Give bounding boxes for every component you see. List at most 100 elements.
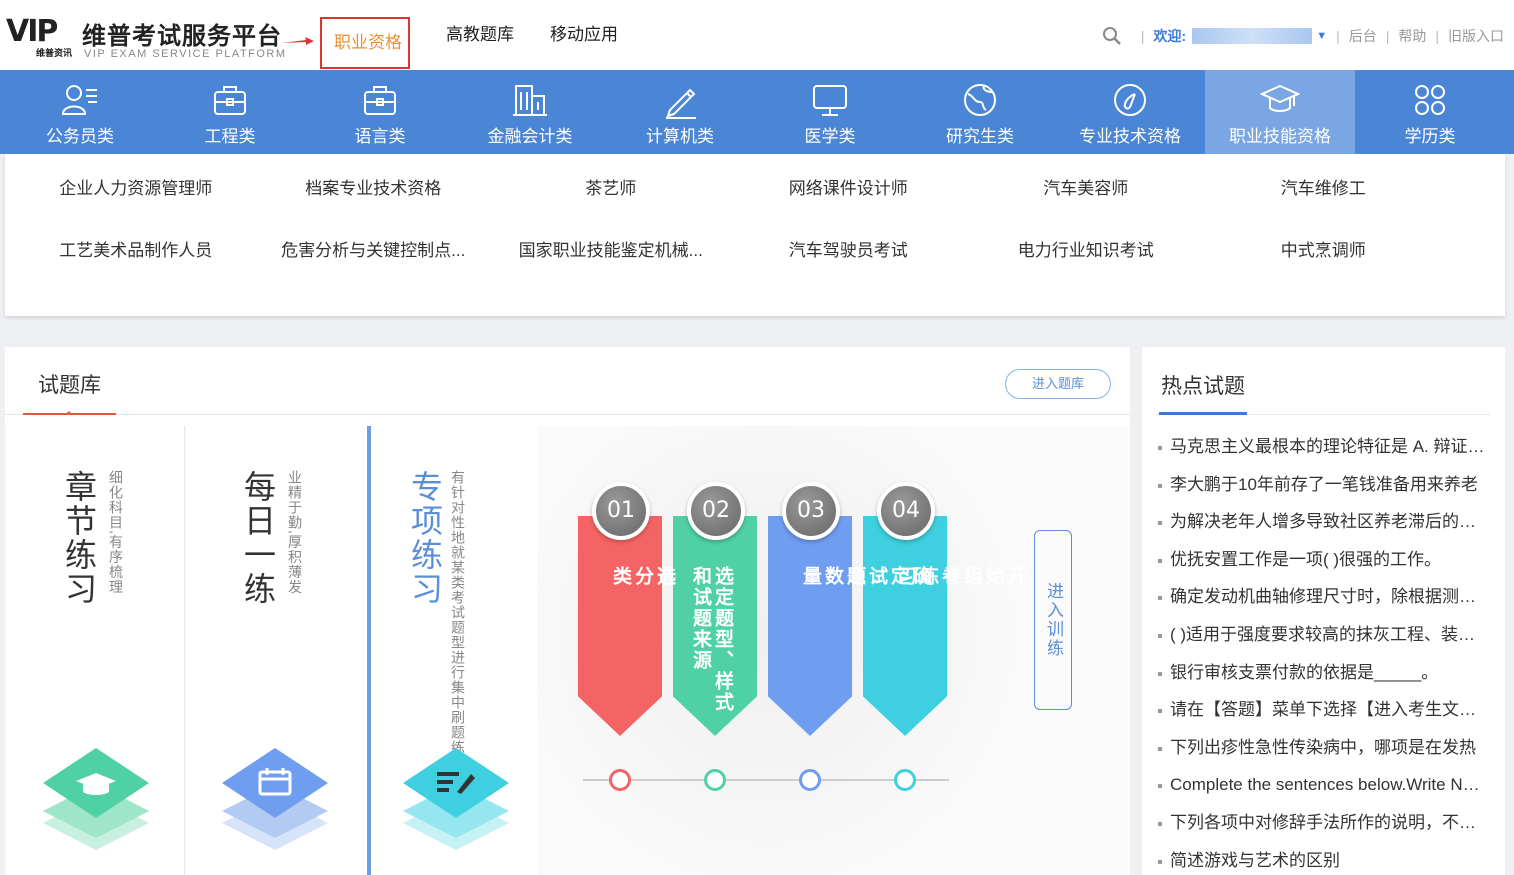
category-vocational-skill[interactable]: 职业技能资格	[1205, 70, 1355, 154]
category-finance[interactable]: 金融会计类	[455, 70, 605, 154]
subcategory-item[interactable]: 工艺美术品制作人员	[17, 240, 255, 262]
calendar-icon	[222, 748, 328, 850]
category-label: 金融会计类	[487, 127, 573, 146]
step-number: 01	[592, 482, 650, 540]
search-icon[interactable]	[1102, 26, 1122, 46]
hot-question-item[interactable]: 为解决老年人增多导致社区养老滞后的问题	[1158, 508, 1488, 546]
category-civil-servant[interactable]: 公务员类	[5, 70, 155, 154]
category-engineering[interactable]: 工程类	[155, 70, 305, 154]
timeline-dot	[704, 769, 726, 791]
edit-list-icon	[403, 748, 509, 850]
at-icon	[1114, 84, 1146, 116]
category-computer[interactable]: 计算机类	[605, 70, 755, 154]
step-text: 开始组卷练习	[895, 566, 1026, 587]
subcategory-item[interactable]: 汽车驾驶员考试	[730, 240, 968, 262]
user-area: | 欢迎: ▼ | 后台 | 帮助 | 旧版入口	[1102, 24, 1504, 48]
logo-title: 维普考试服务平台	[82, 23, 282, 50]
hot-question-item[interactable]: ( )适用于强度要求较高的抹灰工程、装饰工程	[1158, 621, 1488, 659]
subcategory-item[interactable]: 国家职业技能鉴定机械...	[492, 240, 730, 262]
timeline-dot	[894, 769, 916, 791]
hot-question-item[interactable]: 请在【答题】菜单下选择【进入考生文件夹】	[1158, 696, 1488, 734]
step-ribbon	[863, 516, 947, 736]
category-label: 公务员类	[46, 127, 114, 146]
nav-item-mobile[interactable]: 移动应用	[550, 0, 618, 70]
link-old-version[interactable]: 旧版入口	[1448, 26, 1504, 46]
timeline-dot	[799, 769, 821, 791]
hot-question-item[interactable]: 下列各项中对修辞手法所作的说明，不正确的	[1158, 809, 1488, 847]
bank-title: 试题库	[23, 347, 116, 415]
hot-question-item[interactable]: 优抚安置工作是一项( )很强的工作。	[1158, 546, 1488, 584]
username-redacted[interactable]	[1192, 28, 1313, 44]
pen-icon	[666, 88, 696, 119]
step-ribbon	[768, 516, 852, 736]
logo[interactable]: VIP 维普考试服务平台 维普资讯 VIP EXAM SERVICE PLATF…	[4, 12, 294, 62]
step-number: 02	[687, 482, 745, 540]
category-medical[interactable]: 医学类	[755, 70, 905, 154]
hot-questions-panel: 热点试题 马克思主义最根本的理论特征是 A. 辩证唯物主义 李大鹏于10年前存了…	[1142, 347, 1505, 875]
step-ribbon	[578, 516, 662, 736]
subcategory-item[interactable]: 电力行业知识考试	[967, 240, 1205, 262]
subcategory-item[interactable]: 危害分析与关键控制点...	[255, 240, 493, 262]
mode-daily-practice[interactable]: 每日一练 业精于勤,厚积薄发	[186, 426, 367, 875]
hot-question-item[interactable]: 马克思主义最根本的理论特征是 A. 辩证唯物主义	[1158, 433, 1488, 471]
logo-subtitle: 维普资讯	[36, 48, 73, 58]
link-help[interactable]: 帮助	[1398, 26, 1426, 46]
hot-question-item[interactable]: 确定发动机曲轴修理尺寸时，除根据测量结果	[1158, 583, 1488, 621]
person-list-icon	[61, 85, 97, 115]
subcategory-panel: 企业人力资源管理师 档案专业技术资格 茶艺师 网络课件设计师 汽车美容师 汽车维…	[5, 154, 1505, 316]
link-admin[interactable]: 后台	[1349, 26, 1377, 46]
mode-title: 每日一练	[240, 470, 276, 606]
hot-question-item[interactable]: 李大鹏于10年前存了一笔钱准备用来养老	[1158, 471, 1488, 509]
enter-training-button[interactable]: 进入训练	[1034, 530, 1072, 710]
category-label: 职业技能资格	[1229, 127, 1331, 146]
step-text: 选定题型、样式和试题来源	[690, 566, 733, 713]
category-professional[interactable]: 专业技术资格	[1055, 70, 1205, 154]
graduation-cap-icon	[43, 748, 149, 850]
enter-bank-button[interactable]: 进入题库	[1005, 369, 1111, 399]
timeline-dot	[609, 769, 631, 791]
nav-item-vocational[interactable]: 职业资格	[320, 17, 410, 69]
subcategory-item[interactable]: 企业人力资源管理师	[17, 178, 255, 200]
chevron-down-icon[interactable]: ▼	[1316, 30, 1327, 42]
category-label: 学历类	[1404, 127, 1456, 146]
briefcase-icon	[364, 86, 396, 115]
hot-question-item[interactable]: Complete the sentences below.Write NO MO…	[1158, 771, 1488, 809]
subcategory-item[interactable]: 茶艺师	[492, 178, 730, 200]
hot-question-item[interactable]: 简述游戏与艺术的区别	[1158, 847, 1488, 875]
nav-item-higher-ed[interactable]: 高教题库	[446, 0, 514, 70]
subcategory-item[interactable]: 中式烹调师	[1205, 240, 1443, 262]
globe-icon	[964, 84, 996, 116]
mode-special-practice[interactable]: 专项练习 有针对性地就某类考试题型进行集中刷题练习	[367, 426, 537, 875]
subcategory-item[interactable]: 档案专业技术资格	[255, 178, 493, 200]
mode-title: 章节练习	[61, 470, 97, 606]
category-academic[interactable]: 学历类	[1355, 70, 1505, 154]
building-icon	[513, 85, 547, 116]
question-bank-panel: 试题库 进入题库 章节练习 细化科目,有序梳理 每日一练 业精于勤,厚积薄发 专…	[5, 347, 1130, 875]
welcome-label: 欢迎:	[1153, 28, 1187, 44]
step-number: 04	[877, 482, 935, 540]
subcategory-item[interactable]: 网络课件设计师	[730, 178, 968, 200]
category-label: 语言类	[354, 127, 406, 146]
hot-title: 热点试题	[1159, 347, 1247, 415]
grid-circles-icon	[1415, 85, 1445, 115]
category-postgraduate[interactable]: 研究生类	[905, 70, 1055, 154]
category-label: 计算机类	[646, 127, 714, 146]
category-label: 专业技术资格	[1079, 127, 1181, 146]
hot-question-list: 马克思主义最根本的理论特征是 A. 辩证唯物主义 李大鹏于10年前存了一笔钱准备…	[1158, 433, 1488, 875]
subcategory-item[interactable]: 汽车美容师	[967, 178, 1205, 200]
category-label: 工程类	[204, 127, 256, 146]
logo-vip: VIP	[6, 14, 58, 49]
graduation-cap-icon	[1260, 84, 1300, 112]
mode-chapter-practice[interactable]: 章节练习 细化科目,有序梳理	[7, 426, 185, 875]
subcategory-item[interactable]: 汽车维修工	[1205, 178, 1443, 200]
step-number: 03	[782, 482, 840, 540]
category-language[interactable]: 语言类	[305, 70, 455, 154]
briefcase-icon	[214, 86, 246, 115]
category-label: 研究生类	[946, 127, 1014, 146]
hot-question-item[interactable]: 银行审核支票付款的依据是_____。	[1158, 659, 1488, 697]
step-text: 选分类	[610, 566, 675, 587]
category-bar: 公务员类 工程类 语言类 金融会计类 计算机类 医学类 研究生类 专业技术资格 …	[0, 70, 1514, 154]
hot-question-item[interactable]: 下列出疹性急性传染病中，哪项是在发热	[1158, 734, 1488, 772]
logo-english: VIP EXAM SERVICE PLATFORM	[84, 48, 287, 60]
mode-title: 专项练习	[407, 470, 443, 606]
